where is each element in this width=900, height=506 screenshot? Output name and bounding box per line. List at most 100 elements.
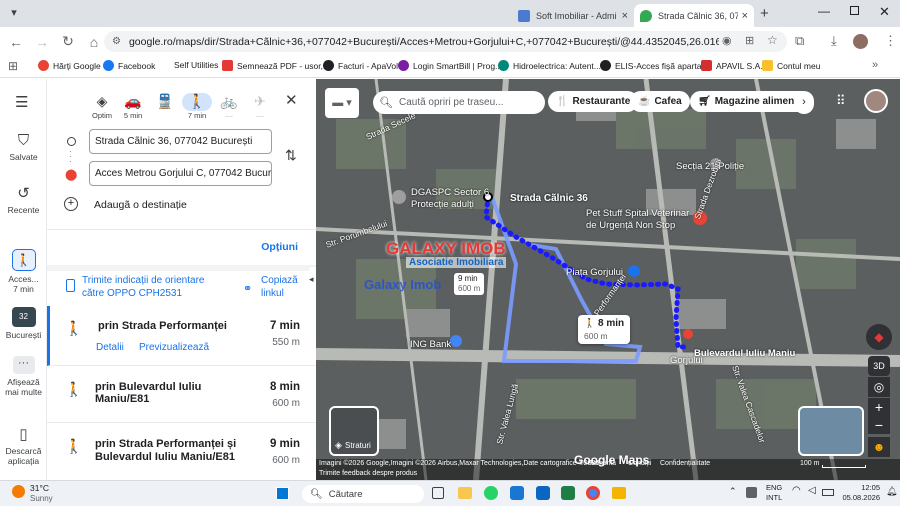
- address-bar[interactable]: ⚙ google.ro/maps/dir/Strada+Cãlnic+36,+0…: [104, 31, 787, 52]
- forward-icon[interactable]: →: [30, 30, 54, 54]
- map-menu-button[interactable]: ▬ ▾: [325, 88, 359, 118]
- mode-flight[interactable]: ✈ —: [245, 93, 275, 120]
- more-bookmarks-icon[interactable]: »: [872, 59, 878, 71]
- reload-icon[interactable]: ↻: [56, 30, 80, 54]
- tray-app-icon[interactable]: [746, 487, 757, 498]
- street-view-thumbnail[interactable]: [798, 406, 864, 456]
- bookmark-smartbill[interactable]: Login SmartBill | Prog...: [398, 60, 502, 71]
- restore-icon[interactable]: [850, 6, 859, 15]
- my-location-icon[interactable]: ◎: [868, 377, 890, 397]
- chip-coffee[interactable]: ☕ Cafea: [630, 91, 690, 112]
- map-search-box[interactable]: 🔍︎ Cautã opriri pe traseu...: [373, 91, 545, 114]
- feedback-link[interactable]: Trimite feedback despre produs: [319, 470, 417, 477]
- mode-walking[interactable]: 🚶 7 min: [182, 93, 212, 120]
- button-3d[interactable]: 3D: [868, 356, 890, 376]
- collapse-panel-icon[interactable]: ◂: [309, 267, 316, 291]
- file-manager-icon[interactable]: [458, 487, 472, 499]
- details-link[interactable]: Detalii: [96, 342, 124, 353]
- site-info-icon[interactable]: ⚙: [112, 36, 121, 47]
- bookmark-elis[interactable]: ELIS-Acces fișã aparta...: [600, 60, 709, 71]
- bookmark-facebook[interactable]: Facebook: [103, 60, 155, 71]
- route-option-1[interactable]: 🚶 prin Strada Performanței 7 min 550 m D…: [47, 306, 316, 366]
- chrome-icon[interactable]: [586, 486, 600, 500]
- bookmark-contul-meu[interactable]: Contul meu: [762, 60, 820, 71]
- new-tab-button[interactable]: +: [760, 5, 769, 22]
- download-icon[interactable]: ⤓: [831, 33, 837, 49]
- destination-input[interactable]: Acces Metrou Gorjului C, 077042 Bucure: [89, 161, 272, 186]
- tab-google-maps[interactable]: Strada Cãlnic 36, 07704 ×: [634, 4, 754, 27]
- bookmark-harti-google[interactable]: Hărți Google: [38, 60, 101, 71]
- add-destination-label[interactable]: Adaugã o destinație: [94, 199, 187, 211]
- wifi-icon[interactable]: ◠: [792, 485, 801, 496]
- rail-access-route[interactable]: 🚶 Acces... 7 min: [0, 249, 47, 294]
- language-indicator[interactable]: ENG INTL: [766, 483, 782, 503]
- profile-avatar[interactable]: [853, 34, 868, 49]
- link-privacy[interactable]: Confidențialitate: [660, 460, 710, 467]
- close-tab-icon[interactable]: ×: [742, 10, 748, 22]
- location-icon[interactable]: ◉: [722, 34, 732, 47]
- route-option-2[interactable]: 🚶 prin Bulevardul Iuliu Maniu/E81 8 min …: [47, 367, 316, 423]
- home-icon[interactable]: ⌂: [82, 30, 106, 54]
- outlook-icon[interactable]: [536, 486, 550, 500]
- apps-grid-icon[interactable]: ⊞: [8, 59, 18, 73]
- extensions-icon[interactable]: ⧉: [795, 33, 804, 49]
- rail-download-app[interactable]: ▯ Descarcă aplicația: [0, 425, 47, 466]
- bookmark-semneaza-pdf[interactable]: Semneazã PDF - usor,...: [222, 60, 330, 71]
- copy-link[interactable]: Copiazã linkul: [261, 274, 306, 300]
- route-callout-small[interactable]: 9 min 600 m: [454, 273, 485, 295]
- back-icon[interactable]: ←: [4, 30, 28, 54]
- tab-soft-imobiliar[interactable]: Soft Imobiliar - Admin ×: [512, 4, 634, 27]
- rail-recent[interactable]: ↺ Recente: [0, 184, 47, 215]
- route-callout-walk[interactable]: 🚶 8 min 600 m: [578, 315, 631, 344]
- compass-icon[interactable]: ◆: [866, 324, 892, 350]
- whatsapp-icon[interactable]: [484, 486, 498, 500]
- mode-best[interactable]: ◈ Optim: [87, 93, 117, 120]
- swap-icon[interactable]: ⇅: [285, 147, 297, 164]
- layers-button[interactable]: ◈ Straturi: [329, 406, 379, 456]
- volume-icon[interactable]: ◁: [808, 485, 816, 496]
- url-text[interactable]: google.ro/maps/dir/Strada+Cãlnic+36,+077…: [129, 36, 719, 48]
- apps-grid-icon[interactable]: ⠿: [836, 93, 846, 109]
- windows-start-icon[interactable]: [276, 487, 289, 500]
- tab-search-icon[interactable]: ▾: [6, 6, 22, 22]
- mode-transit[interactable]: 🚆: [150, 93, 180, 111]
- close-directions-icon[interactable]: ✕: [285, 91, 298, 109]
- bookmark-hidroelectrica[interactable]: Hidroelectrica: Autent...: [498, 60, 601, 71]
- chips-next-icon[interactable]: ›: [794, 91, 814, 114]
- clock[interactable]: 12:05 05.08.2026: [840, 483, 880, 503]
- send-directions-link[interactable]: Trimite indicații de orientare către OPP…: [82, 274, 222, 300]
- menu-dots-icon[interactable]: ⋮: [884, 33, 897, 49]
- close-tab-icon[interactable]: ×: [622, 10, 628, 22]
- translate-icon[interactable]: ⊞: [745, 34, 754, 47]
- options-link[interactable]: Opțiuni: [261, 241, 298, 253]
- link-terms[interactable]: Condiții: [628, 460, 651, 467]
- menu-hamburger-icon[interactable]: ☰: [15, 93, 28, 111]
- app-icon-blue[interactable]: [510, 486, 524, 500]
- origin-input[interactable]: Strada Cãlnic 36, 077042 București: [89, 129, 272, 154]
- pegman-icon[interactable]: ☻: [868, 437, 890, 457]
- mode-cycling[interactable]: 🚲 —: [214, 93, 244, 120]
- bookmark-star-icon[interactable]: ☆: [767, 33, 778, 47]
- weather-widget[interactable]: 31°C Sunny: [12, 483, 82, 505]
- link-romania[interactable]: România: [588, 460, 616, 467]
- add-destination-icon[interactable]: +: [64, 197, 78, 211]
- bookmark-self-utilities[interactable]: Self Utilities: [174, 60, 218, 70]
- zoom-out-icon[interactable]: −: [868, 416, 890, 434]
- route-option-3[interactable]: 🚶 prin Strada Performanței și Bulevardul…: [47, 424, 316, 480]
- close-window-icon[interactable]: ✕: [879, 4, 890, 20]
- notification-icon[interactable]: 🔔︎: [886, 486, 897, 497]
- battery-icon[interactable]: [822, 489, 834, 496]
- chip-restaurants[interactable]: 🍴 Restaurante: [548, 91, 639, 112]
- folder-icon[interactable]: [612, 487, 626, 499]
- tray-chevron-icon[interactable]: ⌃: [729, 486, 737, 497]
- satellite-map[interactable]: Strada Cãlnic 36 DGASPC Sector 6 Protecț…: [316, 79, 900, 480]
- minimize-icon[interactable]: —: [818, 4, 830, 18]
- rail-more[interactable]: ··· Afișează mai multe: [0, 356, 47, 397]
- bookmark-facturi-apavol[interactable]: Facturi - ApaVol: [323, 60, 398, 71]
- rail-saved[interactable]: ⛉ Salvate: [0, 132, 47, 162]
- taskbar-search[interactable]: 🔍︎ Cãutare: [302, 485, 424, 503]
- task-view-icon[interactable]: [432, 487, 444, 499]
- account-avatar[interactable]: [864, 89, 888, 113]
- bookmark-apavil[interactable]: APAVIL S.A.: [701, 60, 763, 71]
- zoom-in-icon[interactable]: +: [868, 398, 890, 416]
